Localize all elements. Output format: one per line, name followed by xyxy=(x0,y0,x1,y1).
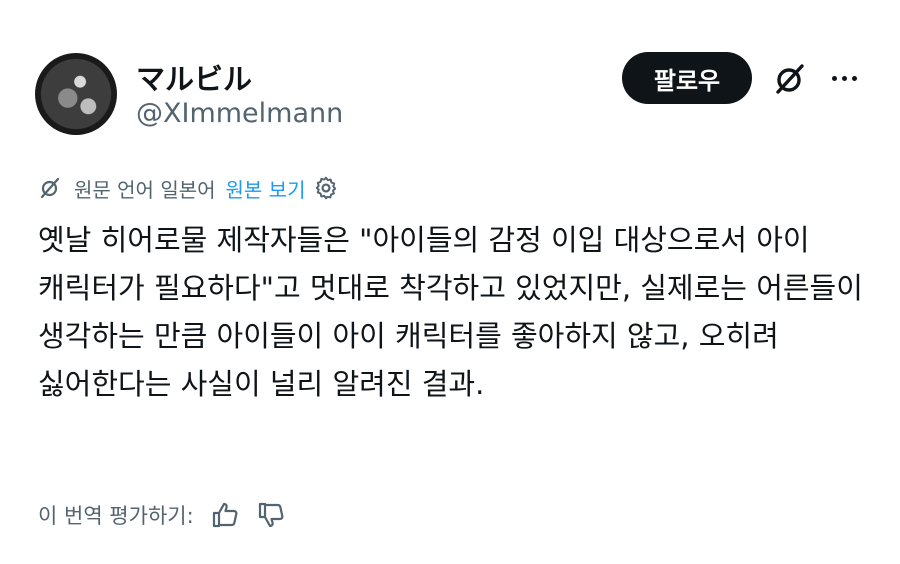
grok-translate-icon xyxy=(40,177,60,199)
follow-button[interactable]: 팔로우 xyxy=(622,52,752,104)
more-dot xyxy=(831,75,837,81)
tweet-text: 옛날 히어로물 제작자들은 "아이들의 감정 이입 대상으로서 아이 캐릭터가 … xyxy=(38,223,873,401)
grok-icon[interactable] xyxy=(772,61,808,97)
show-original-link[interactable]: 원본 보기 xyxy=(226,174,306,203)
rating-prompt: 이 번역 평가하기: xyxy=(38,504,194,528)
more-dot xyxy=(841,75,847,81)
author-display-name[interactable]: マルビル xyxy=(136,56,252,98)
author-handle[interactable]: @XImmelmann xyxy=(136,98,343,129)
gear-icon[interactable] xyxy=(313,175,339,201)
avatar[interactable] xyxy=(35,53,117,135)
thumbs-up-icon[interactable] xyxy=(210,500,240,530)
translation-source-label: 원문 언어 일본어 xyxy=(74,177,216,202)
translation-rating: 이 번역 평가하기: xyxy=(38,497,286,533)
more-dot xyxy=(851,75,857,81)
translation-bar: 원문 언어 일본어 원본 보기 xyxy=(38,173,339,203)
more-icon[interactable] xyxy=(826,60,862,96)
thumbs-down-icon[interactable] xyxy=(256,500,286,530)
